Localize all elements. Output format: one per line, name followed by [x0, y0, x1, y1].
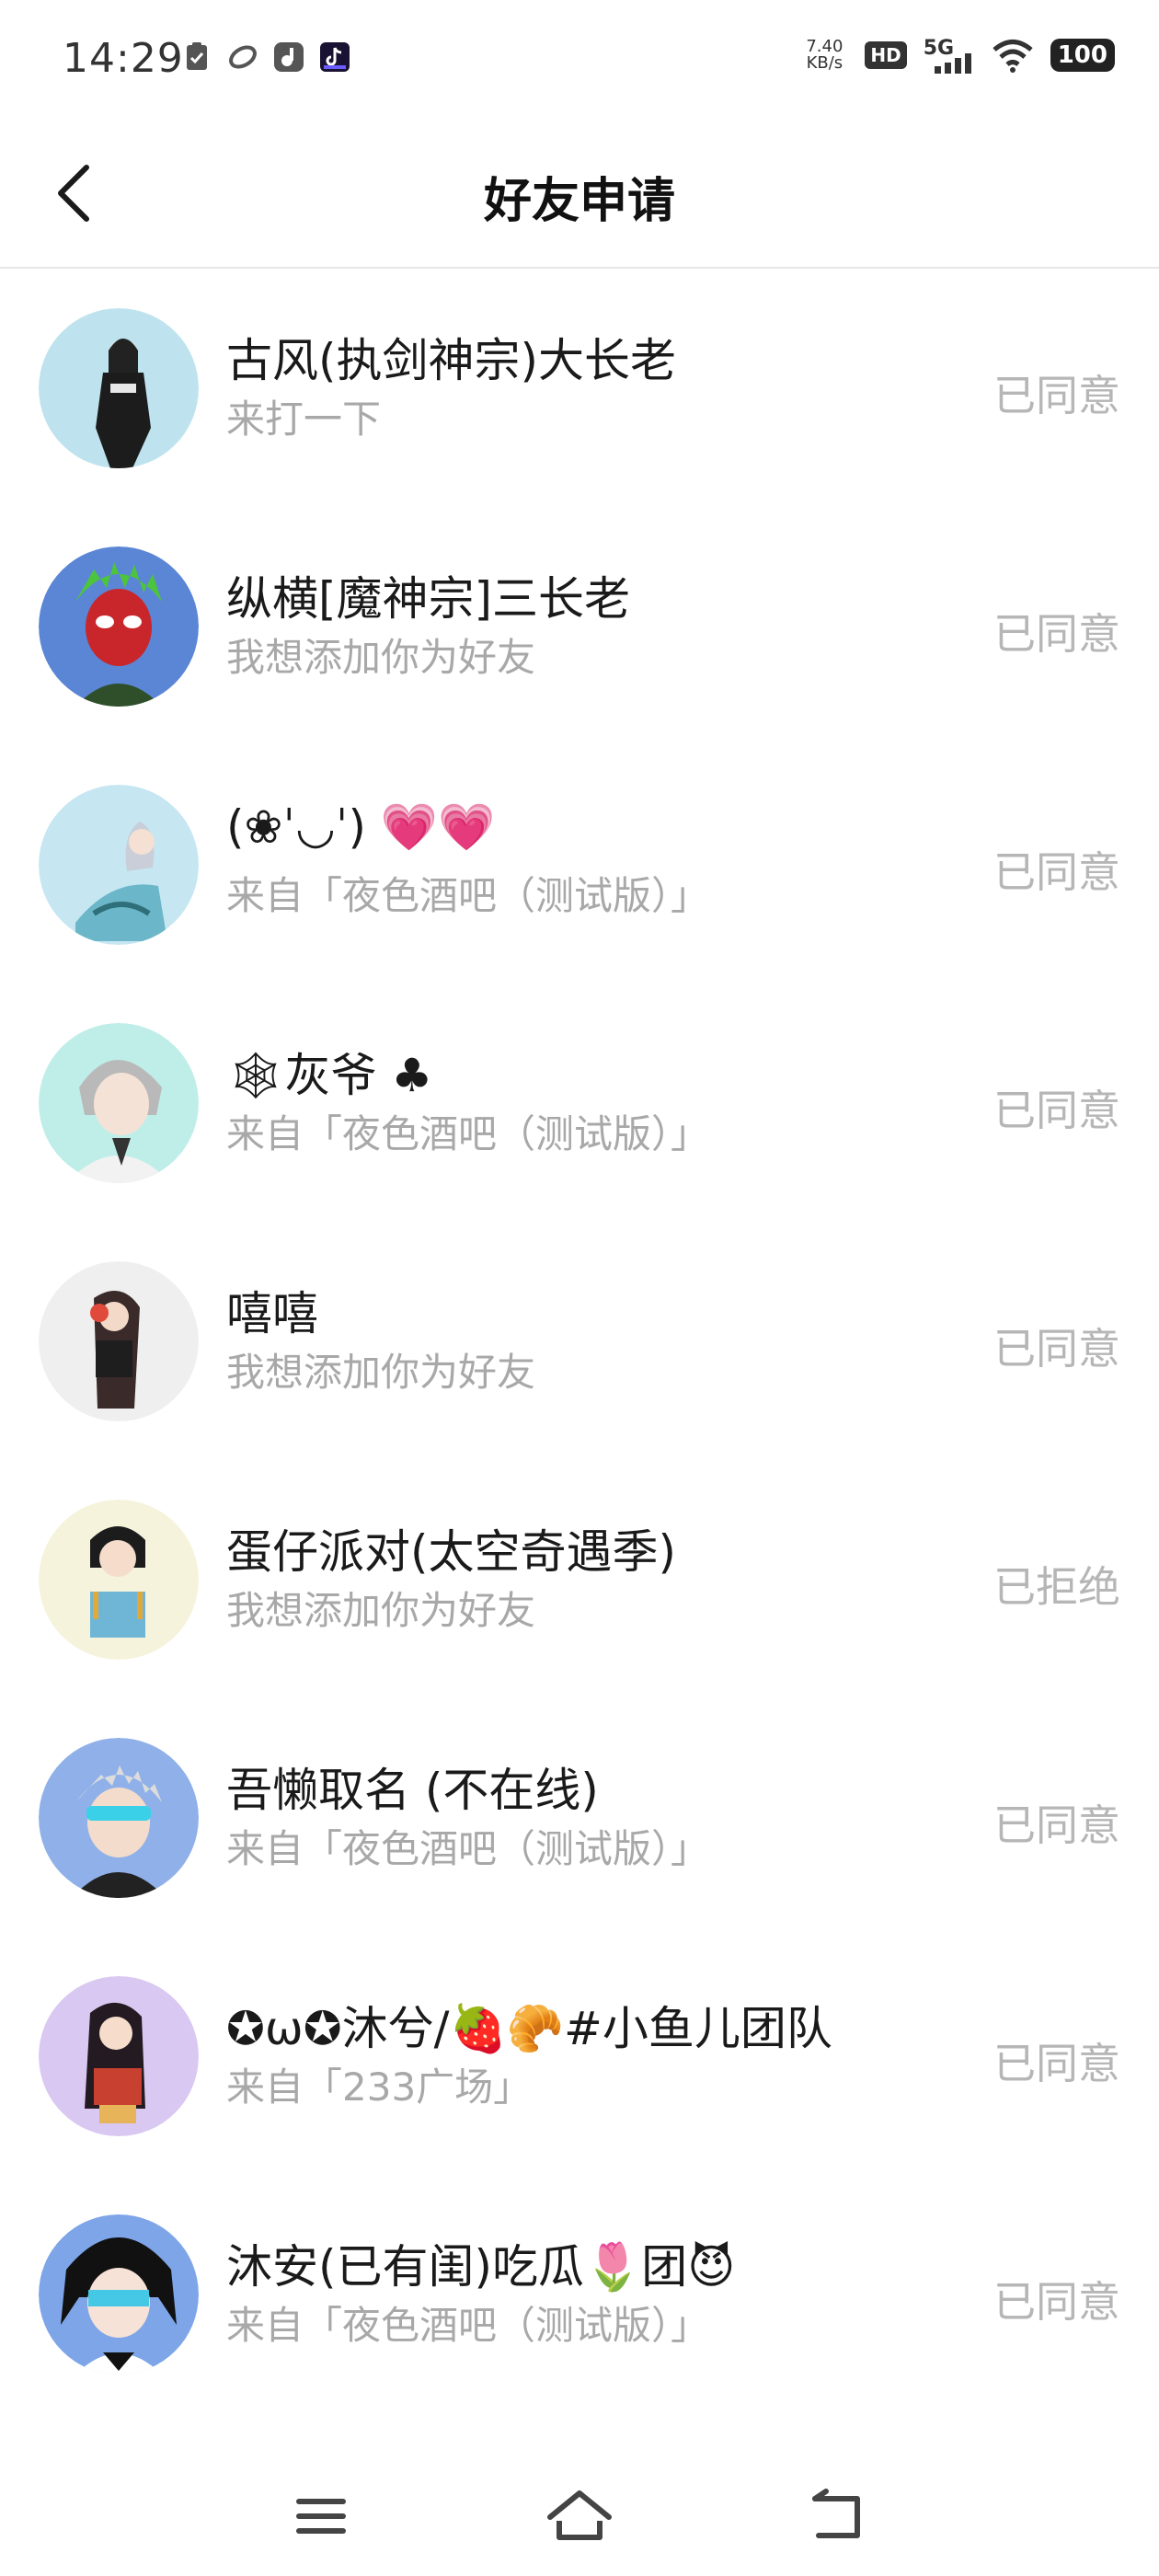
network-speed-unit: KB/s	[806, 53, 843, 73]
list-item[interactable]: 吾懒取名 (不在线) 来自「夜色酒吧（测试版）」 已同意	[0, 1698, 1159, 1937]
request-status: 已同意	[993, 2277, 1120, 2327]
request-name: 沐安(已有闺)吃瓜🌷团😈	[226, 2240, 736, 2294]
avatar[interactable]	[39, 2214, 199, 2375]
avatar[interactable]	[39, 1261, 199, 1421]
request-name: 🕸灰爷 ♣	[226, 1049, 433, 1102]
hd-badge: HD	[865, 41, 907, 69]
request-message: 我想添加你为好友	[226, 635, 536, 680]
request-status: 已同意	[993, 1800, 1120, 1850]
request-message: 来自「夜色酒吧（测试版）」	[226, 873, 710, 918]
clipboard-icon	[187, 42, 207, 70]
request-message: 来打一下	[226, 397, 382, 442]
list-item[interactable]: ✪ω✪沐兮/🍓🥐#小鱼儿团队 来自「233广场」 已同意	[0, 1937, 1159, 2175]
avatar[interactable]	[39, 308, 199, 468]
avatar[interactable]	[39, 546, 199, 707]
status-time: 14:29	[63, 35, 184, 82]
request-name: ✪ω✪沐兮/🍓🥐#小鱼儿团队	[226, 2002, 832, 2055]
app-header: 好友申请	[0, 120, 1159, 269]
notification-icons	[180, 40, 351, 74]
list-item[interactable]: (❀ˈ◡ˈ) 💗💗 来自「夜色酒吧（测试版）」 已同意	[0, 745, 1159, 983]
request-status: 已同意	[993, 2039, 1120, 2088]
request-message: 我想添加你为好友	[226, 1588, 536, 1633]
request-message: 来自「夜色酒吧（测试版）」	[226, 1111, 710, 1156]
request-message: 来自「233广场」	[226, 2064, 533, 2110]
request-status: 已同意	[993, 847, 1120, 897]
request-name: 嘻嘻	[226, 1287, 318, 1340]
friend-request-list: 古风(执剑神宗)大长老 来打一下 已同意 纵横[魔神宗]三长老 我想添加你为好友…	[0, 269, 1159, 2413]
avatar[interactable]	[39, 1738, 199, 1898]
request-status: 已同意	[993, 609, 1120, 659]
request-name: 纵横[魔神宗]三长老	[226, 572, 631, 626]
menu-button[interactable]	[285, 2484, 359, 2548]
status-bar: 14:29 7.40 KB/s HD 5G 100	[0, 0, 1159, 120]
network-speed: 7.40 KB/s	[800, 39, 848, 72]
list-item[interactable]: 纵横[魔神宗]三长老 我想添加你为好友 已同意	[0, 507, 1159, 745]
avatar[interactable]	[39, 1976, 199, 2136]
list-item[interactable]: 嘻嘻 我想添加你为好友 已同意	[0, 1222, 1159, 1460]
avatar[interactable]	[39, 785, 199, 945]
list-item[interactable]: 沐安(已有闺)吃瓜🌷团😈 来自「夜色酒吧（测试版）」 已同意	[0, 2175, 1159, 2413]
list-item[interactable]: 古风(执剑神宗)大长老 来打一下 已同意	[0, 269, 1159, 507]
request-name: 蛋仔派对(太空奇遇季)	[226, 1525, 677, 1579]
app-notification-icon	[229, 45, 257, 69]
back-icon	[812, 2489, 860, 2538]
home-icon	[547, 2490, 612, 2540]
system-back-button[interactable]	[800, 2484, 874, 2548]
request-status: 已同意	[993, 371, 1120, 420]
list-item[interactable]: 蛋仔派对(太空奇遇季) 我想添加你为好友 已拒绝	[0, 1460, 1159, 1698]
home-button[interactable]	[543, 2484, 616, 2548]
request-name: 古风(执剑神宗)大长老	[226, 334, 677, 387]
request-message: 来自「夜色酒吧（测试版）」	[226, 1826, 710, 1871]
avatar[interactable]	[39, 1500, 199, 1660]
system-nav-bar	[0, 2447, 1159, 2576]
page-title: 好友申请	[483, 174, 675, 229]
request-name: 吾懒取名 (不在线)	[226, 1764, 599, 1817]
signal-5g-icon: 5G	[924, 37, 975, 74]
list-item[interactable]: 🕸灰爷 ♣ 来自「夜色酒吧（测试版）」 已同意	[0, 983, 1159, 1222]
status-right: 7.40 KB/s HD 5G 100	[800, 37, 1115, 74]
request-status: 已拒绝	[993, 1562, 1120, 1612]
avatar[interactable]	[39, 1023, 199, 1183]
battery-indicator: 100	[1050, 39, 1115, 72]
request-message: 我想添加你为好友	[226, 1350, 536, 1395]
request-message: 来自「夜色酒吧（测试版）」	[226, 2303, 710, 2348]
menu-icon	[296, 2499, 346, 2534]
wifi-icon	[993, 40, 1033, 73]
tiktok-icon	[320, 42, 350, 72]
friend-requests-screen: 14:29 7.40 KB/s HD 5G 100 好友申请 古风(执剑神宗)大…	[0, 0, 1159, 2576]
request-status: 已同意	[993, 1086, 1120, 1135]
request-name: (❀ˈ◡ˈ) 💗💗	[226, 800, 496, 854]
request-status: 已同意	[993, 1324, 1120, 1374]
music-app-icon	[274, 42, 304, 72]
